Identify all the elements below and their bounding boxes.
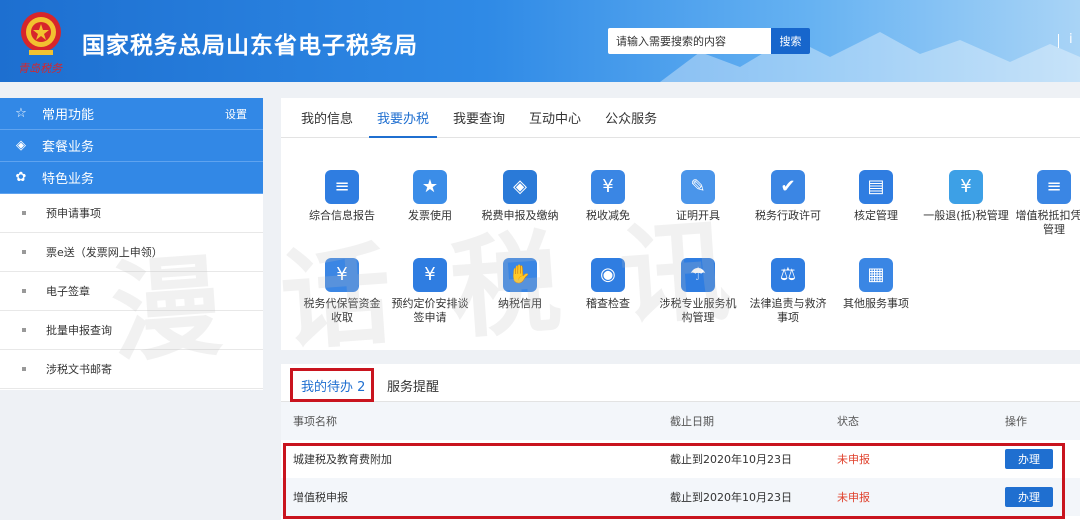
service-label: 其他服务事项 — [843, 297, 909, 310]
sidebar-item-invoice-delivery[interactable]: 票e送（发票网上申领） — [0, 233, 263, 272]
service-grid: ≡ 综合信息报告 ★ 发票使用 ◈ 税费申报及缴纳 ¥ 税收减免 ✎ 证明开具 ✔ 税务行政许可 ▤ 核定… — [281, 138, 1080, 348]
service-stack[interactable]: ◈ 税费申报及缴纳 — [477, 170, 563, 223]
voucher-icon: ≡ — [1037, 170, 1071, 204]
service-label: 税收减免 — [586, 209, 630, 222]
service-label: 税费申报及缴纳 — [481, 209, 559, 222]
service-yuan-ticket[interactable]: ¥ 税收减免 — [565, 170, 651, 223]
tab-service-reminder[interactable]: 服务提醒 — [387, 376, 439, 395]
invoice-icon: ★ — [413, 170, 447, 204]
service-folder[interactable]: ▤ 核定管理 — [833, 170, 919, 223]
service-umbrella[interactable]: ☂ 涉税专业服务机构管理 — [655, 258, 741, 325]
service-label: 增值税抵扣凭证管理 — [1015, 209, 1080, 236]
highlight-box-todo-rows — [283, 443, 1065, 519]
star-icon: ☆ — [15, 106, 27, 121]
service-label: 法律追责与救济事项 — [749, 297, 827, 324]
highlight-box-todo-tab — [290, 368, 374, 402]
service-label: 发票使用 — [408, 209, 452, 222]
tab-query[interactable]: 我要查询 — [441, 108, 517, 137]
sidebar-item-document-mail[interactable]: 涉税文书邮寄 — [0, 350, 263, 389]
tab-public-service[interactable]: 公众服务 — [593, 108, 669, 137]
header-divider — [1058, 34, 1059, 48]
sidebar-group-label: 套餐业务 — [42, 140, 95, 155]
service-label: 涉税专业服务机构管理 — [659, 297, 737, 324]
sidebar-item-batch-query[interactable]: 批量申报查询 — [0, 311, 263, 350]
service-label: 预约定价安排谈签申请 — [391, 297, 469, 324]
search-button[interactable]: 搜索 — [771, 28, 810, 54]
pen-icon: ✎ — [681, 170, 715, 204]
main-panel: 我的信息 我要办税 我要查询 互动中心 公众服务 ≡ 综合信息报告 ★ 发票使用 ◈ 税费… — [281, 98, 1080, 350]
sidebar-item-label: 票e送（发票网上申领） — [46, 246, 163, 259]
table-header: 事项名称 截止日期 状态 操作 — [281, 402, 1080, 440]
sidebar-item-label: 预申请事项 — [46, 207, 101, 220]
column-header: 截止日期 — [670, 415, 714, 428]
yuan-ticket-icon: ¥ — [591, 170, 625, 204]
chart-coin-icon: ¥ — [413, 258, 447, 292]
sidebar-item-e-signature[interactable]: 电子签章 — [0, 272, 263, 311]
bullet-icon — [22, 211, 26, 215]
bullet-icon — [22, 367, 26, 371]
service-label: 稽查检查 — [586, 297, 630, 310]
tab-interaction[interactable]: 互动中心 — [517, 108, 593, 137]
sidebar-group-label: 特色业务 — [42, 172, 95, 187]
service-label: 综合信息报告 — [309, 209, 375, 222]
umbrella-icon: ☂ — [681, 258, 715, 292]
service-label: 一般退(抵)税管理 — [923, 209, 1009, 222]
main-tabs: 我的信息 我要办税 我要查询 互动中心 公众服务 — [281, 98, 1080, 138]
bullet-icon — [22, 250, 26, 254]
sidebar-group-label: 常用功能 — [42, 108, 95, 123]
sidebar-item-label: 涉税文书邮寄 — [46, 363, 112, 376]
search-input[interactable] — [608, 28, 772, 54]
flower-icon: ✿ — [15, 170, 27, 185]
service-gavel[interactable]: ⚖ 法律追责与救济事项 — [745, 258, 831, 325]
sidebar-item-label: 批量申报查询 — [46, 324, 112, 337]
inspect-icon: ◉ — [591, 258, 625, 292]
tab-tax-handling[interactable]: 我要办税 — [365, 108, 441, 138]
service-label: 核定管理 — [854, 209, 898, 222]
tab-my-info[interactable]: 我的信息 — [289, 108, 365, 137]
service-label: 证明开具 — [676, 209, 720, 222]
service-refund-hand[interactable]: ¥ 一般退(抵)税管理 — [923, 170, 1009, 223]
bullet-icon — [22, 289, 26, 293]
service-invoice[interactable]: ★ 发票使用 — [387, 170, 473, 223]
settings-link[interactable]: 设置 — [225, 106, 247, 122]
document-icon: ≡ — [325, 170, 359, 204]
apps-icon: ▦ — [859, 258, 893, 292]
service-voucher[interactable]: ≡ 增值税抵扣凭证管理 — [1011, 170, 1080, 237]
service-thumb-up[interactable]: ✋ 纳税信用 — [477, 258, 563, 311]
column-header: 操作 — [1005, 415, 1027, 428]
site-header: 青岛税务 国家税务总局山东省电子税务局 搜索 i — [0, 0, 1080, 82]
sidebar: ☆ 常用功能 设置 ◈ 套餐业务 ✿ 特色业务 预申请事项 票e送（发票网上申领… — [0, 98, 263, 390]
site-title: 国家税务总局山东省电子税务局 — [82, 33, 418, 59]
folder-icon: ▤ — [859, 170, 893, 204]
emblem-caption: 青岛税务 — [18, 62, 62, 75]
column-header: 事项名称 — [293, 415, 337, 428]
sidebar-group-common[interactable]: ☆ 常用功能 设置 — [0, 98, 263, 130]
thumb-up-icon: ✋ — [503, 258, 537, 292]
sidebar-group-package[interactable]: ◈ 套餐业务 — [0, 130, 263, 162]
refund-hand-icon: ¥ — [949, 170, 983, 204]
gavel-icon: ⚖ — [771, 258, 805, 292]
stack-icon: ◈ — [503, 170, 537, 204]
sidebar-group-special[interactable]: ✿ 特色业务 — [0, 162, 263, 194]
service-apps[interactable]: ▦ 其他服务事项 — [833, 258, 919, 311]
sidebar-item-pre-application[interactable]: 预申请事项 — [0, 194, 263, 233]
service-label: 纳税信用 — [498, 297, 542, 310]
service-label: 税务代保管资金收取 — [303, 297, 381, 324]
layers-icon: ◈ — [16, 138, 26, 153]
service-chart-coin[interactable]: ¥ 预约定价安排谈签申请 — [387, 258, 473, 325]
national-emblem-icon — [21, 12, 61, 55]
service-pen[interactable]: ✎ 证明开具 — [655, 170, 741, 223]
permit-icon: ✔ — [771, 170, 805, 204]
column-header: 状态 — [837, 415, 859, 428]
sidebar-item-label: 电子签章 — [46, 285, 90, 298]
service-label: 税务行政许可 — [755, 209, 821, 222]
todo-tabs: 我的待办 2 服务提醒 — [281, 364, 1080, 408]
bullet-icon — [22, 328, 26, 332]
fund-icon: ¥ — [325, 258, 359, 292]
header-link[interactable]: i — [1069, 32, 1073, 47]
service-fund[interactable]: ¥ 税务代保管资金收取 — [299, 258, 385, 325]
service-permit[interactable]: ✔ 税务行政许可 — [745, 170, 831, 223]
service-inspect[interactable]: ◉ 稽查检查 — [565, 258, 651, 311]
service-document[interactable]: ≡ 综合信息报告 — [299, 170, 385, 223]
